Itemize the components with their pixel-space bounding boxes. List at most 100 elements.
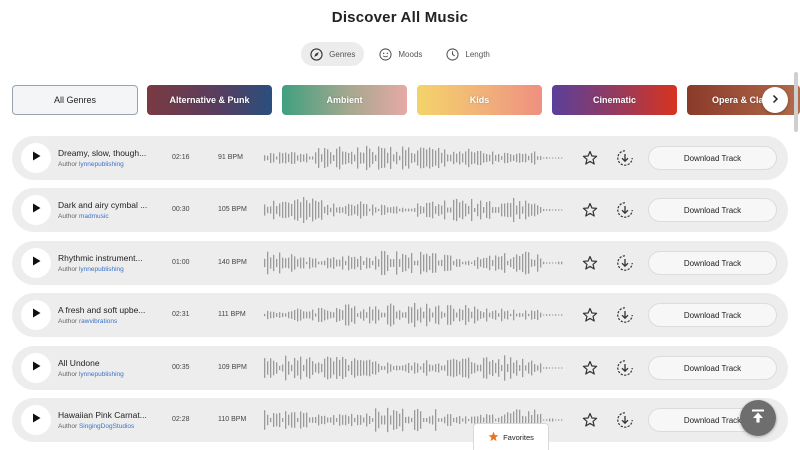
waveform-bar (327, 257, 329, 269)
waveform-bar (432, 253, 434, 273)
waveform-bar (351, 307, 353, 323)
waveform-bar (435, 253, 437, 273)
waveform-bar (303, 197, 305, 223)
track-title[interactable]: Dreamy, slow, though... (58, 148, 160, 158)
waveform-bar (540, 312, 542, 318)
waveform-bar (384, 205, 386, 215)
waveform-bar (453, 417, 455, 423)
genre-chip-cinematic[interactable]: Cinematic (552, 85, 677, 115)
play-button[interactable] (21, 143, 51, 173)
waveform-bar (420, 147, 422, 169)
download-track-button[interactable]: Download Track (648, 146, 777, 170)
author-link[interactable]: lynnepublishing (79, 161, 124, 168)
play-button[interactable] (21, 405, 51, 435)
download-circle-icon[interactable] (616, 411, 634, 429)
download-circle-icon[interactable] (616, 306, 634, 324)
tab-length[interactable]: Length (437, 42, 498, 66)
waveform[interactable] (264, 194, 568, 226)
tab-genres[interactable]: Genres (301, 42, 365, 66)
download-circle-icon[interactable] (616, 359, 634, 377)
track-title[interactable]: Dark and airy cymbal ... (58, 200, 160, 210)
waveform-bar (417, 408, 419, 432)
download-track-button[interactable]: Download Track (648, 356, 777, 380)
waveform-bar (297, 199, 299, 221)
author-link[interactable]: rawvibrations (79, 318, 117, 325)
author-link[interactable]: SingingDogStudios (79, 423, 134, 430)
genre-chip-alternative-punk[interactable]: Alternative & Punk (147, 85, 272, 115)
waveform-bar (303, 413, 305, 427)
waveform[interactable] (264, 299, 568, 331)
author-link[interactable]: lynnepublishing (79, 371, 124, 378)
waveform-bar (291, 254, 293, 272)
star-icon[interactable] (582, 255, 598, 271)
genre-chip-ambient[interactable]: Ambient (282, 85, 407, 115)
waveform-bar (276, 156, 278, 160)
play-button[interactable] (21, 248, 51, 278)
waveform-bar (321, 416, 323, 424)
waveform[interactable] (264, 352, 568, 384)
waveform-bar (345, 151, 347, 165)
waveform-bar (348, 416, 350, 424)
waveform-bar (504, 253, 506, 273)
waveform-bar (450, 414, 452, 426)
page-scrollbar[interactable] (794, 72, 798, 132)
tab-moods[interactable]: Moods (370, 42, 431, 66)
download-track-button[interactable]: Download Track (648, 303, 777, 327)
waveform-bar (480, 311, 482, 319)
star-icon[interactable] (582, 150, 598, 166)
play-button[interactable] (21, 195, 51, 225)
waveform-bar (288, 202, 290, 218)
waveform-bar (366, 257, 368, 269)
waveform-bar (498, 359, 500, 377)
waveform-bar (552, 418, 554, 422)
smiley-icon (378, 47, 392, 61)
author-link[interactable]: lynnepublishing (79, 266, 124, 273)
track-title[interactable]: A fresh and soft upbe... (58, 305, 160, 315)
waveform-bar (291, 364, 293, 372)
waveform-bar (288, 257, 290, 269)
carousel-next-button[interactable] (762, 87, 788, 113)
download-circle-icon[interactable] (616, 149, 634, 167)
waveform-bar (501, 308, 503, 322)
track-author: Author SingingDogStudios (58, 423, 134, 430)
waveform-bar (270, 311, 272, 319)
waveform-bar (462, 418, 464, 422)
author-link[interactable]: madmusic (79, 213, 109, 220)
waveform-bar (324, 309, 326, 321)
waveform-bar (381, 366, 383, 370)
favorites-button[interactable]: Favorites (473, 423, 549, 450)
waveform-bar (333, 203, 335, 217)
waveform-bar (417, 260, 419, 266)
download-circle-icon[interactable] (616, 201, 634, 219)
waveform-bar (465, 416, 467, 424)
track-title[interactable]: Hawaiian Pink Carnat... (58, 410, 160, 420)
waveform-bar (435, 306, 437, 324)
waveform-bar (315, 200, 317, 220)
genre-chip-all-genres[interactable]: All Genres (12, 85, 138, 115)
genre-chip-kids[interactable]: Kids (417, 85, 542, 115)
waveform-bar (471, 262, 473, 264)
waveform-bar (546, 262, 548, 264)
download-track-button[interactable]: Download Track (648, 251, 777, 275)
track-title[interactable]: All Undone (58, 358, 160, 368)
track-title[interactable]: Rhythmic instrument... (58, 253, 160, 263)
waveform-bar (273, 311, 275, 319)
download-circle-icon[interactable] (616, 254, 634, 272)
waveform[interactable] (264, 247, 568, 279)
waveform-bar (465, 261, 467, 265)
waveform-bar (540, 363, 542, 373)
star-icon[interactable] (582, 202, 598, 218)
download-track-button[interactable]: Download Track (648, 198, 777, 222)
scroll-to-top-button[interactable] (740, 400, 776, 436)
play-button[interactable] (21, 300, 51, 330)
waveform-bar (504, 152, 506, 164)
waveform-bar (357, 204, 359, 216)
waveform-bar (411, 208, 413, 212)
waveform-bar (420, 307, 422, 323)
waveform-bar (432, 149, 434, 167)
star-icon[interactable] (582, 360, 598, 376)
play-button[interactable] (21, 353, 51, 383)
waveform[interactable] (264, 142, 568, 174)
star-icon[interactable] (582, 412, 598, 428)
star-icon[interactable] (582, 307, 598, 323)
